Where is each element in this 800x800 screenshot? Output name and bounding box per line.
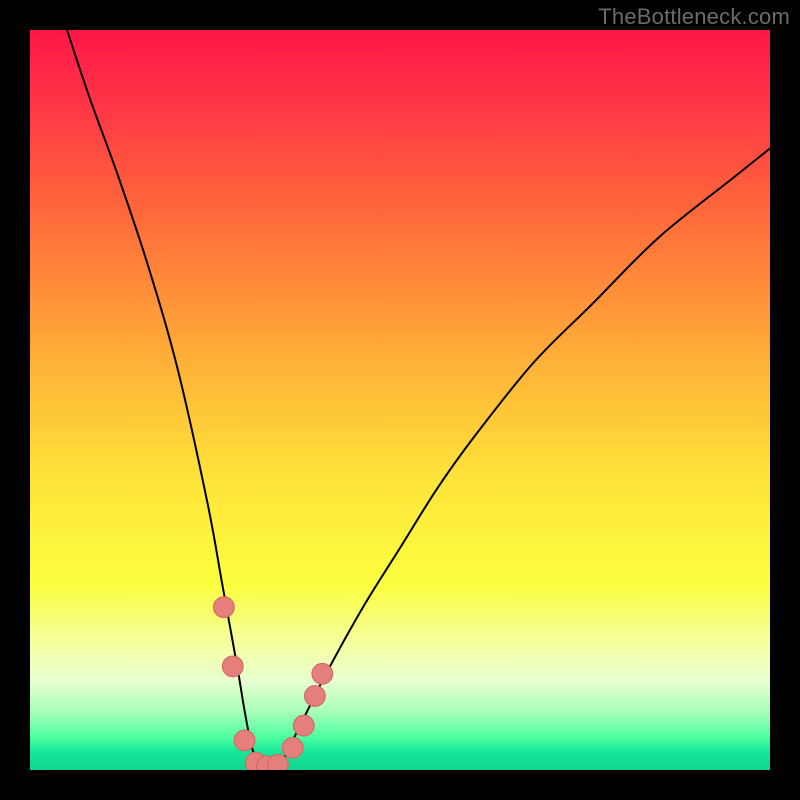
chart-frame: TheBottleneck.com	[0, 0, 800, 800]
data-point	[234, 730, 255, 751]
data-point	[222, 656, 243, 677]
plot-area	[30, 30, 770, 770]
data-point	[305, 686, 326, 707]
curve-layer	[30, 30, 770, 770]
watermark-text: TheBottleneck.com	[598, 4, 790, 30]
data-point	[312, 663, 333, 684]
data-point	[282, 737, 303, 758]
data-point	[293, 715, 314, 736]
data-point	[214, 597, 235, 618]
bottleneck-curve	[67, 30, 770, 767]
curve-markers	[214, 597, 333, 770]
data-point	[268, 754, 289, 770]
